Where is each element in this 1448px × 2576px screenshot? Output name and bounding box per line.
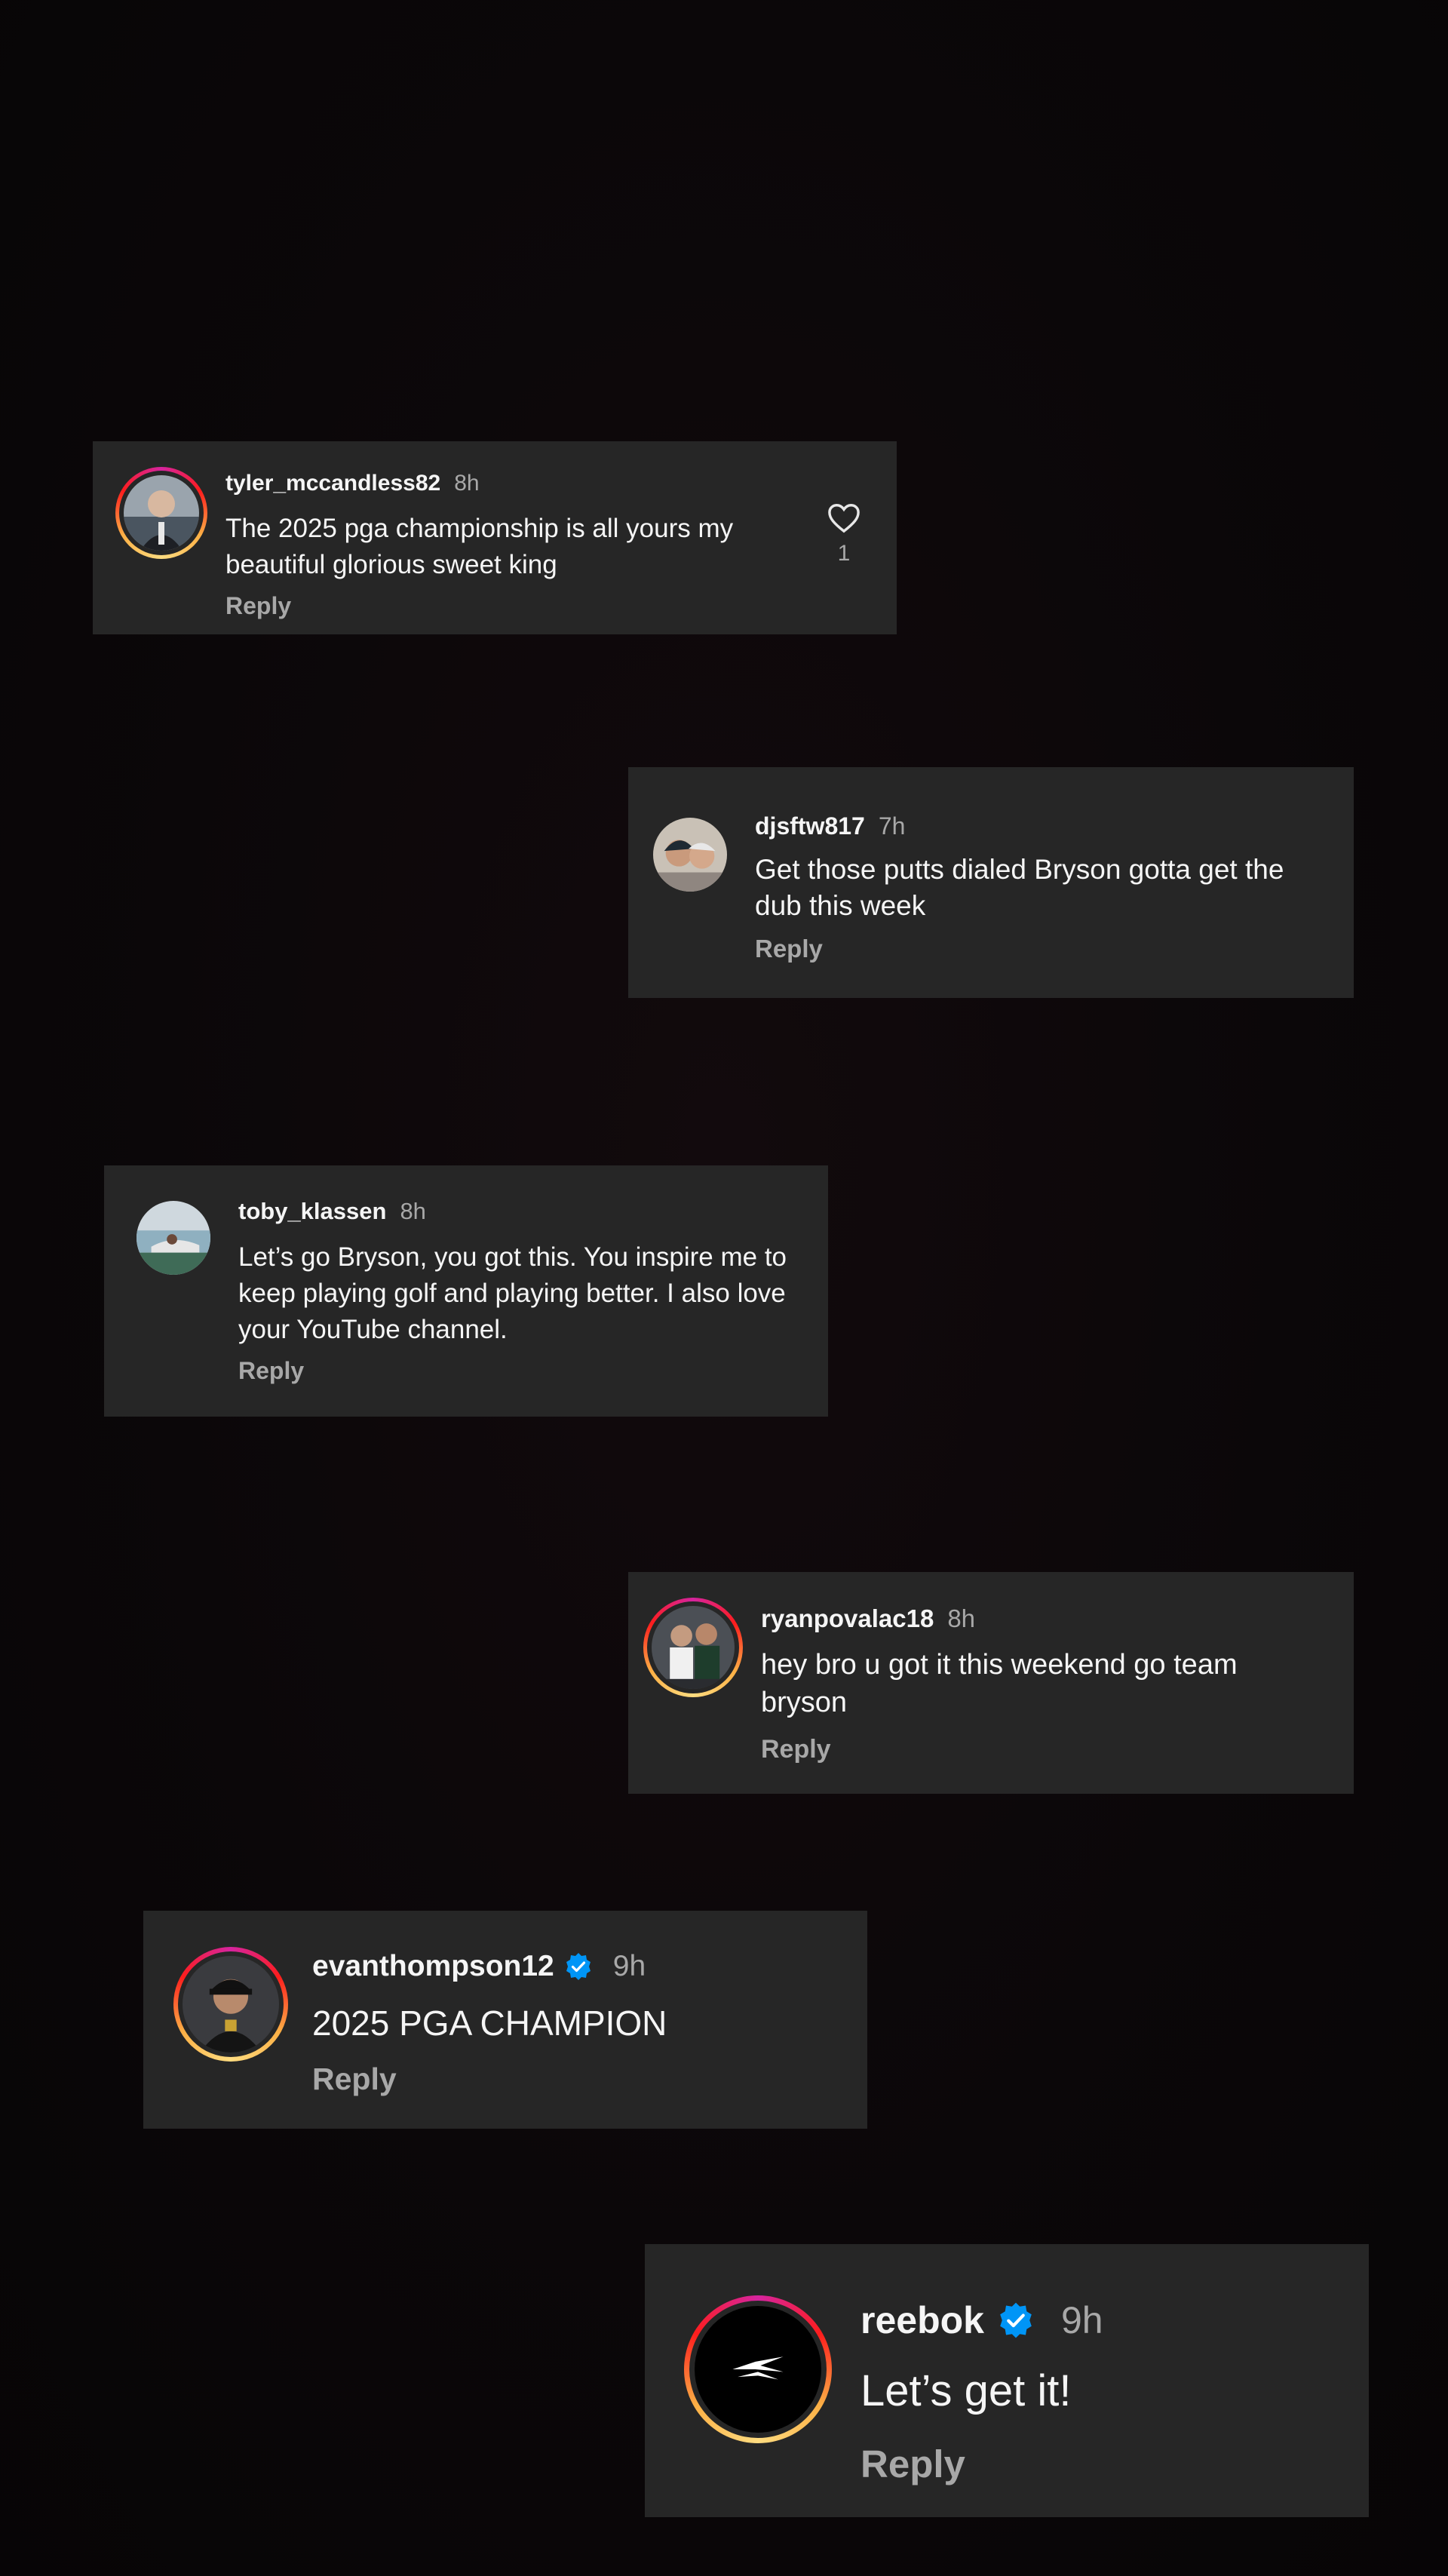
comment-timestamp: 7h [878,812,906,840]
reply-button[interactable]: Reply [238,1357,304,1385]
reply-button[interactable]: Reply [312,2062,397,2097]
user-avatar-icon [137,1201,210,1275]
avatar[interactable] [134,1199,213,1277]
avatar[interactable] [643,1598,743,1697]
avatar[interactable] [651,815,729,894]
comment-card: reebok 9h Let’s get it! Reply [645,2244,1369,2517]
reebok-logo-icon [695,2306,821,2433]
comment-timestamp: 8h [454,471,480,496]
reply-button[interactable]: Reply [755,935,823,963]
comment-card: ryanpovalac18 8h hey bro u got it this w… [628,1572,1354,1794]
comment-text: Let’s get it! [861,2366,1072,2415]
comment-username[interactable]: toby_klassen [238,1198,386,1225]
comment-username[interactable]: djsftw817 [755,812,865,840]
avatar[interactable] [684,2295,832,2443]
like-button[interactable]: 1 [821,502,867,566]
like-count: 1 [837,541,851,566]
verified-badge-icon [1000,2302,1032,2338]
user-avatar-icon [652,1606,735,1689]
comment-username[interactable]: evanthompson12 [312,1950,554,1983]
comment-timestamp: 9h [1060,2299,1103,2341]
comment-text: hey bro u got it this weekend go team br… [761,1649,1238,1718]
comment-timestamp: 8h [947,1604,976,1632]
comment-timestamp: 8h [400,1198,426,1224]
user-avatar-icon [124,475,199,551]
comment-text: Let’s go Bryson, you got this. You inspi… [238,1242,787,1344]
comment-text: The 2025 pga championship is all yours m… [225,514,734,579]
reply-button[interactable]: Reply [761,1735,831,1764]
avatar[interactable] [115,467,207,559]
comment-timestamp: 9h [612,1950,646,1982]
comment-text: 2025 PGA CHAMPION [312,2003,667,2043]
verified-badge-icon [566,1953,591,1980]
comment-card: tyler_mccandless82 8h The 2025 pga champ… [93,441,897,634]
comment-username[interactable]: reebok [861,2298,984,2342]
user-avatar-icon [653,818,727,892]
comment-card: toby_klassen 8h Let’s go Bryson, you got… [104,1165,828,1417]
comment-username[interactable]: tyler_mccandless82 [225,471,440,496]
reply-button[interactable]: Reply [861,2442,965,2486]
avatar[interactable] [173,1947,288,2062]
comment-username[interactable]: ryanpovalac18 [761,1604,934,1633]
comment-card: djsftw817 7h Get those putts dialed Brys… [628,767,1354,998]
user-avatar-icon [183,1956,279,2053]
reply-button[interactable]: Reply [225,592,291,620]
comment-card: evanthompson12 9h 2025 PGA CHAMPION Repl… [143,1911,867,2129]
comment-text: Get those putts dialed Bryson gotta get … [755,854,1284,921]
heart-icon [828,504,860,533]
